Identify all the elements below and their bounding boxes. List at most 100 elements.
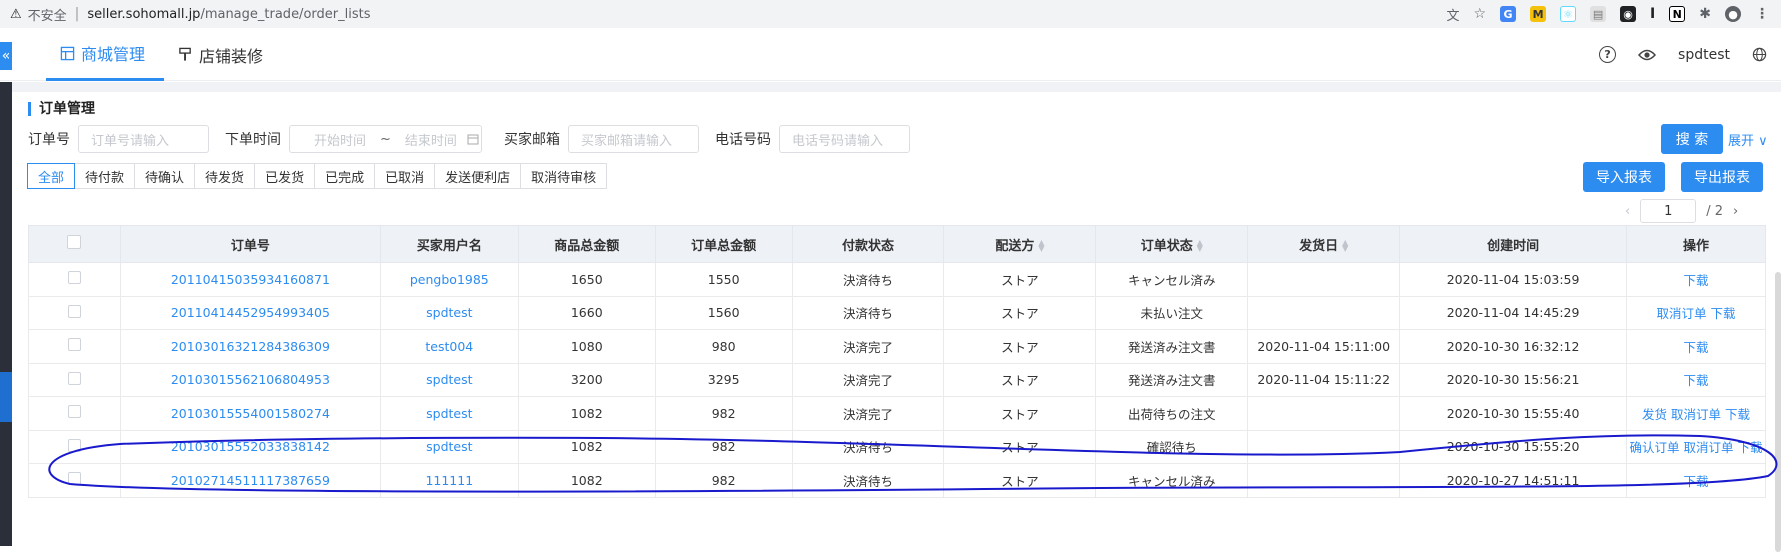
extension-glasses-icon[interactable]: ◉ — [1620, 6, 1637, 22]
row-checkbox[interactable] — [67, 271, 81, 285]
buyer-link[interactable]: spdtest — [379, 295, 519, 330]
row-select-cell[interactable] — [28, 262, 121, 297]
phone-placeholder: 电话号码请输入 — [792, 133, 884, 149]
select-all-cell[interactable] — [28, 225, 121, 263]
row-checkbox[interactable] — [67, 438, 81, 452]
extension-i-icon[interactable]: I — [1650, 6, 1655, 22]
goods-amount: 1080 — [517, 329, 656, 364]
sort-icon[interactable]: ▲ ▼ — [1197, 239, 1203, 253]
row-select-cell[interactable] — [28, 362, 121, 397]
status-tab-cancelled[interactable]: 已取消 — [374, 163, 436, 189]
col-order-no: 订单号 — [119, 225, 381, 263]
buyer-link[interactable]: spdtest — [379, 396, 519, 431]
tab-store-decoration[interactable]: 店铺装修 — [178, 28, 263, 81]
order-no-link[interactable]: 20103015554001580274 — [119, 396, 381, 431]
buyer-email-input[interactable]: 买家邮箱请输入 — [568, 125, 699, 153]
status-tab-pending-confirm[interactable]: 待确认 — [134, 163, 196, 189]
help-icon[interactable]: ? — [1599, 46, 1617, 63]
row-actions[interactable]: 取消订单 下载 — [1626, 295, 1766, 330]
row-select-cell[interactable] — [28, 429, 121, 464]
eye-icon[interactable] — [1638, 48, 1657, 62]
status-tab-all[interactable]: 全部 — [27, 163, 76, 189]
buyer-link[interactable]: spdtest — [379, 362, 519, 397]
order-status: 確認待ち — [1095, 429, 1249, 464]
phone-input[interactable]: 电话号码请输入 — [779, 125, 910, 153]
row-actions[interactable]: 发货 取消订单 下载 — [1626, 396, 1766, 431]
user-name[interactable]: spdtest — [1678, 47, 1730, 63]
shipping-method: ストア — [943, 362, 1097, 397]
extension-doc-icon[interactable]: ▤ — [1590, 6, 1607, 22]
row-checkbox[interactable] — [67, 371, 81, 385]
row-checkbox[interactable] — [67, 405, 81, 419]
extension-notion-icon[interactable]: N — [1669, 6, 1686, 22]
order-time-range[interactable]: 开始时间 ~ 结束时间 — [289, 125, 482, 153]
col-shipping[interactable]: 配送方 ▲ ▼ — [943, 225, 1097, 263]
bookmark-star-icon[interactable]: ☆ — [1473, 6, 1486, 22]
url-host[interactable]: seller.sohomall.jp — [87, 7, 200, 22]
translate-icon[interactable]: 文 — [1446, 5, 1459, 24]
order-no-input[interactable]: 订单号请输入 — [78, 125, 209, 153]
search-button[interactable]: 搜 索 — [1661, 124, 1723, 154]
expand-filters-link[interactable]: 展开 ∨ — [1728, 130, 1768, 149]
select-all-checkbox[interactable] — [67, 235, 82, 249]
extension-react-icon[interactable]: ⚛ — [1560, 6, 1577, 22]
row-select-cell[interactable] — [28, 329, 121, 364]
page-number-input[interactable]: 1 — [1640, 199, 1697, 223]
browser-menu-icon[interactable]: ⋮ — [1755, 6, 1769, 22]
row-actions[interactable]: 下载 — [1626, 262, 1766, 297]
row-actions[interactable]: 下载 — [1626, 463, 1766, 498]
order-management-panel: 订单管理 订单号 订单号请输入 下单时间 开始时间 ~ 结束时间 买家邮箱 买家… — [12, 92, 1781, 552]
status-tab-pending-payment[interactable]: 待付款 — [74, 163, 136, 189]
row-actions[interactable]: 确认订单 取消订单 下载 — [1626, 429, 1766, 464]
extension-m-icon[interactable]: M — [1530, 6, 1547, 22]
order-no-link[interactable]: 20102714511117387659 — [119, 463, 381, 498]
payment-status: 決済完了 — [791, 329, 945, 364]
status-tab-shipped[interactable]: 已发货 — [254, 163, 316, 189]
extensions-puzzle-icon[interactable]: ✱ — [1699, 6, 1711, 22]
url-path[interactable]: /manage_trade/order_lists — [200, 7, 370, 22]
status-tab-pending-shipment[interactable]: 待发货 — [194, 163, 256, 189]
payment-status: 決済完了 — [791, 396, 945, 431]
order-no-link[interactable]: 20110415035934160871 — [119, 262, 381, 297]
import-report-button[interactable]: 导入报表 — [1583, 162, 1665, 192]
sort-icon[interactable]: ▲ ▼ — [1342, 239, 1348, 253]
buyer-link[interactable]: test004 — [379, 329, 519, 364]
row-actions[interactable]: 下载 — [1626, 329, 1766, 364]
status-tab-completed[interactable]: 已完成 — [314, 163, 376, 189]
buyer-link[interactable]: pengbo1985 — [379, 262, 519, 297]
order-no-link[interactable]: 20110414452954993405 — [119, 295, 381, 330]
row-checkbox[interactable] — [67, 338, 81, 352]
chevron-left-icon[interactable]: ‹ — [1625, 204, 1630, 219]
buyer-email-label: 买家邮箱 — [504, 132, 560, 148]
browser-url-bar[interactable]: ⚠ 不安全 | seller.sohomall.jp /manage_trade… — [0, 0, 1781, 28]
tab-mall-management[interactable]: 商城管理 — [46, 28, 164, 81]
row-checkbox[interactable] — [67, 472, 81, 486]
status-tab-cancel-review[interactable]: 取消待审核 — [520, 163, 608, 189]
status-tab-convenience-store[interactable]: 发送便利店 — [434, 163, 522, 189]
row-select-cell[interactable] — [28, 463, 121, 498]
buyer-link[interactable]: spdtest — [379, 429, 519, 464]
tab-mall-label: 商城管理 — [81, 45, 146, 64]
vertical-scrollbar[interactable] — [1775, 272, 1781, 552]
shipping-method: ストア — [943, 429, 1097, 464]
sort-icon[interactable]: ▲ ▼ — [1038, 239, 1044, 253]
row-select-cell[interactable] — [28, 295, 121, 330]
order-no-link[interactable]: 20103016321284386309 — [119, 329, 381, 364]
sidebar-collapse-icon[interactable]: « — [0, 42, 12, 70]
start-time-placeholder: 开始时间 — [314, 133, 367, 149]
export-report-button[interactable]: 导出报表 — [1681, 162, 1763, 192]
col-order-amount: 订单总金额 — [654, 225, 793, 263]
order-no-link[interactable]: 20103015552033838142 — [119, 429, 381, 464]
row-checkbox[interactable] — [67, 304, 81, 318]
extension-translate-icon[interactable]: G — [1500, 6, 1517, 22]
row-select-cell[interactable] — [28, 396, 121, 431]
buyer-link[interactable]: 111111 — [379, 463, 519, 498]
goods-amount: 1082 — [517, 429, 656, 464]
globe-icon[interactable] — [1752, 47, 1767, 62]
profile-avatar-icon[interactable]: ● — [1725, 6, 1741, 22]
col-order-status[interactable]: 订单状态 ▲ ▼ — [1095, 225, 1249, 263]
col-ship-date[interactable]: 发货日 ▲ ▼ — [1247, 225, 1401, 263]
order-no-link[interactable]: 20103015562106804953 — [119, 362, 381, 397]
chevron-right-icon[interactable]: › — [1733, 204, 1738, 219]
row-actions[interactable]: 下载 — [1626, 362, 1766, 397]
